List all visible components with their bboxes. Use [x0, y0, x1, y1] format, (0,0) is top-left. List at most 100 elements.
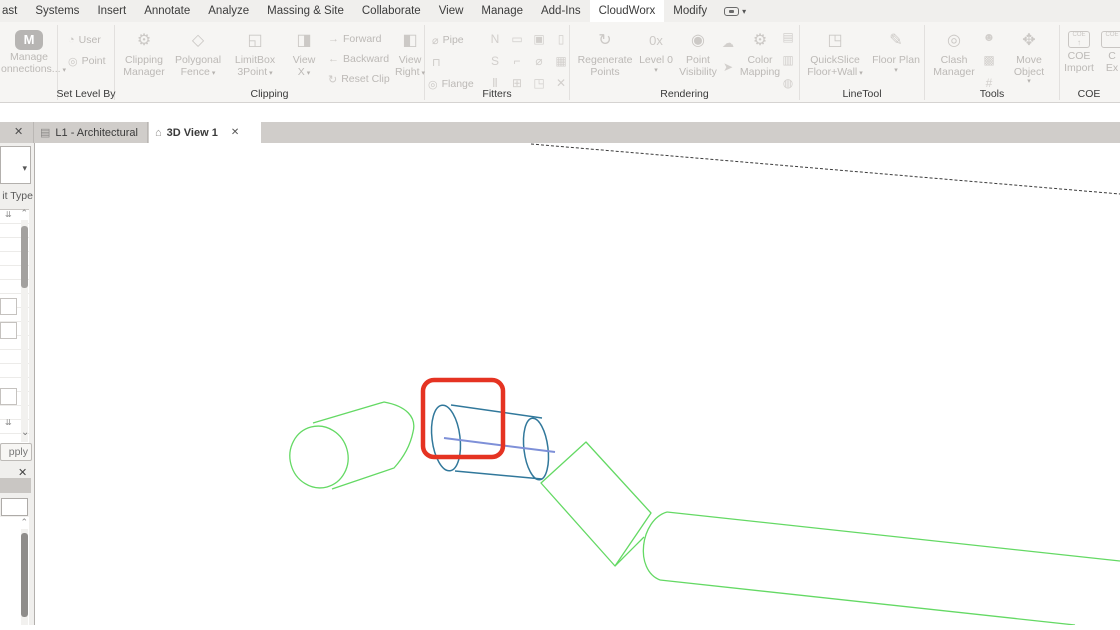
- menu-item-insert[interactable]: Insert: [88, 0, 135, 22]
- manage-connections-button[interactable]: M Manage onnections...▾: [1, 27, 57, 89]
- level-0-icon: 0x: [638, 27, 674, 55]
- point-pick-button[interactable]: ➤: [719, 58, 737, 76]
- set-level-user-button[interactable]: ◔ User: [68, 32, 101, 48]
- browser-search-input[interactable]: [1, 498, 28, 516]
- fitter-grid-button[interactable]: ▦: [552, 52, 570, 70]
- green-pipe-left[interactable]: [283, 402, 414, 494]
- render-option-1-button[interactable]: ▤: [779, 28, 797, 46]
- chevron-down-icon: ▾: [638, 67, 674, 75]
- clipping-manager-button[interactable]: ⚙ Clipping Manager: [118, 27, 170, 89]
- cloudworx-ribbon: M Manage onnections...▾ ◔ User ◎ Point S…: [0, 22, 1120, 103]
- polygonal-fence-button[interactable]: ◇ Polygonal Fence▾: [172, 27, 224, 89]
- floor-plan-icon: ✎: [868, 27, 924, 55]
- panel-close-icon[interactable]: ✕: [14, 125, 23, 138]
- fit-pipe-button[interactable]: ⌀ Pipe: [432, 32, 464, 48]
- backward-label: Backward: [343, 53, 389, 65]
- regenerate-points-button[interactable]: ↻ Regenerate Points: [574, 27, 636, 89]
- menu-item-add-ins[interactable]: Add-Ins: [532, 0, 590, 22]
- fitter-door-button[interactable]: ⌐: [508, 52, 526, 70]
- view-x-button[interactable]: ◨ View X▾: [286, 27, 322, 89]
- set-level-point-button[interactable]: ◎ Point: [68, 53, 106, 69]
- pin-icon: ⇊: [5, 210, 12, 219]
- green-pipe-diagonal[interactable]: [541, 442, 651, 566]
- fitter-link-button[interactable]: ⌀: [530, 52, 548, 70]
- ribbon-display-toggle[interactable]: ▾: [716, 0, 754, 22]
- tab-l1-architectural[interactable]: ▤ L1 - Architectural: [34, 122, 148, 143]
- render-option-2-button[interactable]: ▥: [779, 51, 797, 69]
- fitter-spipe-button[interactable]: S: [486, 52, 504, 70]
- green-pipe-right-bottom-edge: [660, 580, 1075, 625]
- property-value-cell[interactable]: [0, 388, 17, 405]
- menu-item-cloudworx[interactable]: CloudWorx: [590, 0, 665, 22]
- close-tab-icon[interactable]: ✕: [231, 127, 239, 138]
- fitter-duct-button[interactable]: N: [486, 30, 504, 48]
- green-pipe-right[interactable]: [643, 512, 1120, 625]
- scroll-up-icon[interactable]: ⌃: [20, 517, 28, 528]
- menu-item-collaborate[interactable]: Collaborate: [353, 0, 430, 22]
- clip-forward-button[interactable]: → Forward: [328, 31, 382, 47]
- scroll-down-icon[interactable]: ⌄: [21, 427, 29, 438]
- clash-manager-button[interactable]: ◎ Clash Manager: [930, 27, 978, 89]
- limitbox-3point-button[interactable]: ◱ LimitBox 3Point▾: [227, 27, 283, 89]
- green-pipe-diagonal-edge: [615, 537, 644, 566]
- fitter-box-button[interactable]: ▣: [530, 30, 548, 48]
- color-mapping-button[interactable]: ⚙ Color Mapping: [737, 27, 783, 89]
- fitter-column-button[interactable]: ▯: [552, 30, 570, 48]
- menu-item-precast[interactable]: ast: [0, 0, 26, 22]
- clipping-manager-icon: ⚙: [118, 27, 170, 55]
- menu-item-annotate[interactable]: Annotate: [135, 0, 199, 22]
- menu-item-analyze[interactable]: Analyze: [199, 0, 258, 22]
- clipping-manager-label-1: Clipping: [118, 55, 170, 67]
- fit-beam-button[interactable]: ⊓: [432, 54, 441, 70]
- 3d-viewport[interactable]: [35, 143, 1120, 625]
- properties-scrollbar-track[interactable]: [21, 220, 28, 442]
- point-visibility-label-1: Point: [676, 55, 720, 67]
- view-right-button[interactable]: ◧ View Right▾: [393, 27, 427, 89]
- menu-item-manage[interactable]: Manage: [472, 0, 532, 22]
- reset-clip-button[interactable]: ↻ Reset Clip: [328, 71, 390, 87]
- fitter-tray-button[interactable]: ▭: [508, 30, 526, 48]
- tools-option-2-button[interactable]: ▩: [980, 51, 998, 69]
- menu-item-systems[interactable]: Systems: [26, 0, 88, 22]
- dashed-reference-line[interactable]: [531, 144, 1120, 194]
- point-visibility-label-2: Visibility: [676, 67, 720, 79]
- coe-export-button[interactable]: COE C Ex: [1098, 27, 1120, 89]
- regenerate-label-2: Points: [574, 67, 636, 79]
- edit-type-button[interactable]: it Type: [0, 190, 33, 202]
- beam-icon: ⊓: [432, 56, 441, 69]
- menu-item-modify[interactable]: Modify: [664, 0, 716, 22]
- eye-icon: ◉: [676, 27, 720, 55]
- coe-import-icon: COE ↑: [1068, 31, 1090, 48]
- level-0-button[interactable]: 0x Level 0 ▾: [638, 27, 674, 89]
- properties-scrollbar-thumb[interactable]: [21, 226, 28, 288]
- property-value-cell[interactable]: [0, 322, 17, 339]
- tools-option-1-button[interactable]: ☻: [980, 28, 998, 46]
- cloud-tool-button[interactable]: ☁: [719, 34, 737, 52]
- backward-icon: ←: [328, 53, 339, 65]
- clash-manager-label-1: Clash: [930, 55, 978, 67]
- group-label-tools: Tools: [925, 88, 1059, 100]
- menu-item-view[interactable]: View: [430, 0, 473, 22]
- reset-clip-label: Reset Clip: [341, 73, 389, 85]
- apply-button[interactable]: pply: [0, 443, 32, 461]
- floor-plan-label: Floor Plan: [868, 55, 924, 67]
- coe-import-button[interactable]: COE ↑ COE Import: [1064, 27, 1094, 89]
- green-pipe-left-body: [313, 402, 414, 489]
- property-value-cell[interactable]: [0, 298, 17, 315]
- properties-panel: ▾ it Type ⇊ ⌃ ⇊ ⌄ pply ✕ ⌃: [0, 143, 35, 625]
- quickslice-floor-wall-button[interactable]: ◳ QuickSlice Floor+Wall▾: [806, 27, 864, 89]
- tab-3d-view-1[interactable]: ⌂ 3D View 1 ✕: [149, 122, 261, 143]
- browser-scrollbar-track[interactable]: [21, 529, 28, 625]
- type-selector-dropdown[interactable]: ▾: [0, 146, 31, 184]
- scroll-up-icon[interactable]: ⌃: [20, 208, 28, 219]
- clip-backward-button[interactable]: ← Backward: [328, 51, 389, 67]
- point-visibility-button[interactable]: ◉ Point Visibility: [676, 27, 720, 89]
- floor-plan-button[interactable]: ✎ Floor Plan ▾: [868, 27, 924, 89]
- move-object-button[interactable]: ✥ Move Object ▾: [1000, 27, 1058, 89]
- selected-pipe[interactable]: [428, 404, 555, 482]
- green-pipe-left-cap: [283, 420, 355, 495]
- chevron-down-icon: ▾: [22, 163, 27, 174]
- browser-header: [0, 478, 31, 493]
- menu-item-massing-site[interactable]: Massing & Site: [258, 0, 353, 22]
- browser-scrollbar-thumb[interactable]: [21, 533, 28, 617]
